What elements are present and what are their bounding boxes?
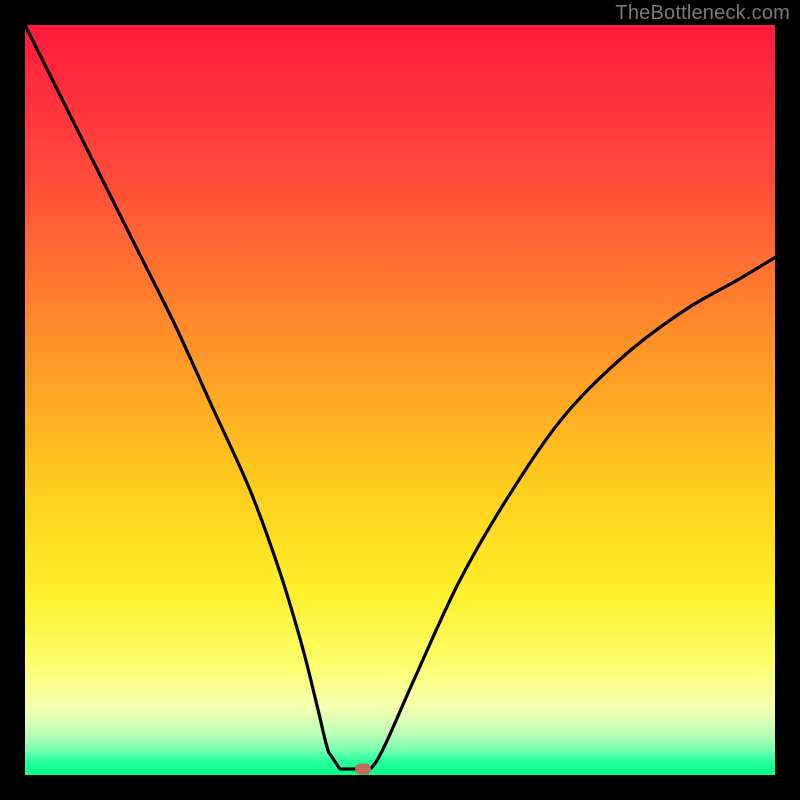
- curve-path: [25, 25, 775, 769]
- plot-area: [25, 25, 775, 775]
- bottleneck-curve: [25, 25, 775, 775]
- chart-frame: TheBottleneck.com: [0, 0, 800, 800]
- minimum-marker: [355, 764, 371, 775]
- watermark-text: TheBottleneck.com: [615, 2, 790, 25]
